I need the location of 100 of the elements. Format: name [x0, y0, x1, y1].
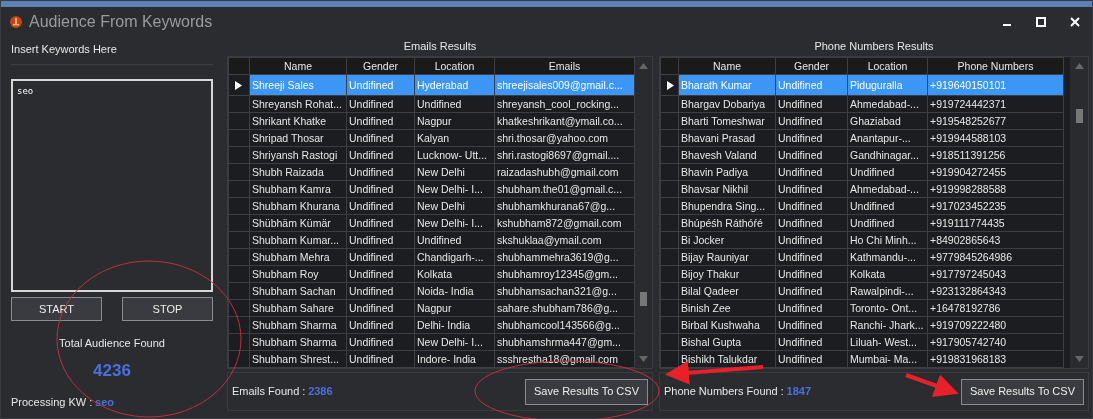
- table-cell: Undifined: [775, 163, 848, 181]
- column-header[interactable]: Name: [678, 57, 776, 75]
- table-cell: Nagpur: [414, 299, 495, 317]
- table-cell: Bhavesh Valand: [678, 146, 776, 164]
- column-header[interactable]: Location: [414, 57, 495, 75]
- column-header[interactable]: Name: [249, 57, 347, 75]
- minimize-icon: [1003, 24, 1011, 26]
- table-cell: Ghaziabad: [847, 112, 928, 130]
- table-cell: Undifined: [847, 214, 928, 232]
- scroll-thumb[interactable]: [640, 292, 647, 306]
- table-cell: Ahmedabad-...: [847, 180, 928, 198]
- table-cell: Delhi- India: [414, 316, 495, 334]
- table-cell: +84902865643: [927, 231, 1064, 249]
- table-cell: Bilal Qadeer: [678, 282, 776, 300]
- action-button[interactable]: STOP: [122, 297, 213, 321]
- scrollbar[interactable]: [635, 57, 652, 368]
- table-cell: Undifined: [346, 163, 415, 181]
- table-cell: Undifined: [346, 282, 415, 300]
- save-csv-button[interactable]: Save Results To CSV: [961, 378, 1084, 405]
- table-cell: Undifined: [346, 299, 415, 317]
- maximize-icon: [1036, 17, 1046, 27]
- table-cell: Bijoy Thakur: [678, 265, 776, 283]
- table-cell: Shrikant Khatke: [249, 112, 347, 130]
- table-cell: +919831968183: [927, 350, 1064, 368]
- table-cell: Undifined: [775, 112, 848, 130]
- table-cell: Lucknow- Utt...: [414, 146, 495, 164]
- table-cell: Undifined: [346, 265, 415, 283]
- table-cell: Bi Jocker: [678, 231, 776, 249]
- table-cell: +919944588103: [927, 129, 1064, 147]
- table-cell: +919548252677: [927, 112, 1064, 130]
- table-cell: Undifined: [346, 248, 415, 266]
- column-header[interactable]: Emails: [494, 57, 635, 75]
- table-cell: +919111774435: [927, 214, 1064, 232]
- table-cell: +917905742740: [927, 333, 1064, 351]
- table-cell: Undifined: [775, 129, 848, 147]
- table-cell: Bhúpéśh Ráthóŕé: [678, 214, 776, 232]
- table-cell: Bhavsar Nikhil: [678, 180, 776, 198]
- scroll-thumb[interactable]: [1075, 109, 1083, 123]
- scroll-up-icon[interactable]: [1074, 63, 1084, 69]
- table-cell: khatkeshrikant@ymail.co...: [494, 112, 635, 130]
- table-cell: Shubham Khurana: [249, 197, 347, 215]
- table-cell: Undifined: [414, 231, 495, 249]
- column-header[interactable]: Gender: [775, 57, 848, 75]
- table-cell: shubhamroy12345@gm...: [494, 265, 635, 283]
- scrollbar[interactable]: [1070, 57, 1088, 368]
- save-csv-button[interactable]: Save Results To CSV: [525, 378, 648, 405]
- window-title: Audience From Keywords: [29, 12, 213, 32]
- table-cell: Undifined: [847, 197, 928, 215]
- table-cell: shubhamshrma447@gm...: [494, 333, 635, 351]
- table-cell: shri.thosar@yahoo.com: [494, 129, 635, 147]
- scroll-down-icon[interactable]: [639, 356, 648, 362]
- table-cell: Undifined: [775, 231, 848, 249]
- table-cell: Bhupendra Sing...: [678, 197, 776, 215]
- table-cell: New Delhi: [414, 197, 495, 215]
- table-cell: Ranchi- Jhark...: [847, 316, 928, 334]
- table-cell: Shubham Sahare: [249, 299, 347, 317]
- table-cell: +919709222480: [927, 316, 1064, 334]
- table-cell: Undifined: [346, 333, 415, 351]
- table-cell: Bharti Tomeshwar: [678, 112, 776, 130]
- table-cell: shreyansh_cool_rocking...: [494, 95, 635, 113]
- table-cell: Rawalpindi-...: [847, 282, 928, 300]
- annotation-arrow: [905, 373, 959, 397]
- table-cell: Shubham Sharma: [249, 316, 347, 334]
- table-cell: Undifined: [346, 95, 415, 113]
- table-cell: Gandhinagar...: [847, 146, 928, 164]
- table-cell: Indore- India: [414, 350, 495, 368]
- table-cell: Undifined: [775, 265, 848, 283]
- table-cell: shri.rastogi8697@gmail....: [494, 146, 635, 164]
- table-cell: Undifined: [346, 129, 415, 147]
- column-header[interactable]: Gender: [346, 57, 415, 75]
- table-cell: +918511391256: [927, 146, 1064, 164]
- table-cell: Kolkata: [414, 265, 495, 283]
- table-cell: shubhamkhurana67@g...: [494, 197, 635, 215]
- found-label: Phone Numbers Found :: [664, 384, 784, 400]
- keywords-label: Insert Keywords Here: [11, 41, 213, 65]
- table-cell: Undifined: [414, 95, 495, 113]
- table-cell: Undifined: [346, 316, 415, 334]
- keywords-field[interactable]: seo: [11, 78, 213, 292]
- table-cell: ssshrestha18@gmail.com: [494, 350, 635, 368]
- table-cell: Shripad Thosar: [249, 129, 347, 147]
- table-cell: +9779845264986: [927, 248, 1064, 266]
- table-cell: +917797245043: [927, 265, 1064, 283]
- table-cell: Undifined: [346, 146, 415, 164]
- table-cell: Kalyan: [414, 129, 495, 147]
- table-cell: Undifined: [775, 214, 848, 232]
- scroll-down-icon[interactable]: [1074, 356, 1084, 362]
- table-cell: Shubham Kamra: [249, 180, 347, 198]
- scroll-up-icon[interactable]: [639, 63, 648, 69]
- table-cell: Undifined: [775, 197, 848, 215]
- table-cell: Bijay Rauniyar: [678, 248, 776, 266]
- table-cell: Undifined: [775, 95, 848, 113]
- table-cell: shubhamcool143566@g...: [494, 316, 635, 334]
- table-cell: New Delhi- I...: [414, 214, 495, 232]
- action-button[interactable]: START: [11, 297, 102, 321]
- processing-keyword: seo: [95, 394, 115, 410]
- table-cell: Undifined: [775, 333, 848, 351]
- column-header[interactable]: Location: [847, 57, 928, 75]
- column-header[interactable]: Phone Numbers: [927, 57, 1064, 75]
- table-cell: +923132864343: [927, 282, 1064, 300]
- table-cell: Undifined: [775, 282, 848, 300]
